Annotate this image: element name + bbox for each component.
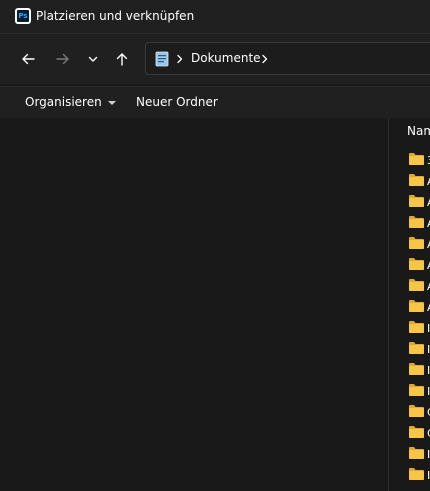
file-row[interactable]: C (389, 424, 430, 445)
organize-menu-button[interactable]: Organisieren (25, 95, 116, 109)
folder-icon (409, 363, 424, 375)
up-arrow-icon (116, 53, 128, 66)
folder-icon (409, 321, 424, 333)
folder-icon (409, 384, 424, 396)
file-row[interactable]: A (389, 235, 430, 256)
folder-icon (409, 216, 424, 228)
back-arrow-icon (22, 53, 35, 65)
folder-icon (409, 153, 424, 165)
file-row[interactable]: C (389, 403, 430, 424)
command-bar: Organisieren Neuer Ordner (0, 86, 430, 119)
folder-icon (409, 405, 424, 417)
forward-button[interactable] (51, 48, 75, 70)
folder-icon (409, 258, 424, 270)
folder-icon (409, 174, 424, 186)
address-bar[interactable]: Dokumente (145, 42, 430, 75)
folder-icon (409, 342, 424, 354)
file-row[interactable]: A (389, 256, 430, 277)
name-column-header[interactable]: Nam (407, 124, 430, 138)
file-row[interactable]: 3 (389, 151, 430, 172)
window-title: Platzieren und verknüpfen (36, 9, 195, 23)
chevron-down-icon (88, 56, 98, 62)
back-button[interactable] (16, 48, 40, 70)
file-row[interactable]: I (389, 382, 430, 403)
file-rows: 3AAAAAAAIIIICCII (389, 151, 430, 487)
file-row[interactable]: A (389, 193, 430, 214)
breadcrumb-chevron-icon[interactable] (261, 54, 269, 64)
folder-icon (409, 237, 424, 249)
title-bar: Ps Platzieren und verknüpfen (0, 0, 430, 34)
file-row[interactable]: I (389, 319, 430, 340)
file-row[interactable]: A (389, 172, 430, 193)
folder-icon (409, 279, 424, 291)
file-row[interactable]: A (389, 298, 430, 319)
forward-arrow-icon (56, 53, 69, 65)
folder-icon (409, 468, 424, 480)
navigation-pane[interactable] (0, 118, 388, 491)
breadcrumb-chevron-icon[interactable] (176, 54, 184, 64)
folder-icon (409, 195, 424, 207)
app-icon-label: Ps (17, 10, 29, 22)
recent-locations-button[interactable] (81, 48, 105, 70)
photoshop-app-icon: Ps (15, 8, 31, 24)
organize-label: Organisieren (25, 95, 102, 109)
file-row[interactable]: A (389, 277, 430, 298)
file-row[interactable]: I (389, 361, 430, 382)
file-row[interactable]: A (389, 214, 430, 235)
file-row[interactable]: I (389, 340, 430, 361)
new-folder-button[interactable]: Neuer Ordner (136, 95, 218, 109)
dropdown-caret-icon (107, 100, 116, 105)
file-row[interactable]: I (389, 466, 430, 487)
folder-icon (409, 300, 424, 312)
breadcrumb-documents[interactable]: Dokumente (191, 51, 261, 65)
file-row[interactable]: I (389, 445, 430, 466)
up-button[interactable] (110, 48, 134, 70)
folder-icon (409, 426, 424, 438)
file-list[interactable]: Nam 3AAAAAAAIIIICCII (389, 118, 430, 491)
folder-icon (409, 447, 424, 459)
documents-icon (155, 51, 169, 67)
